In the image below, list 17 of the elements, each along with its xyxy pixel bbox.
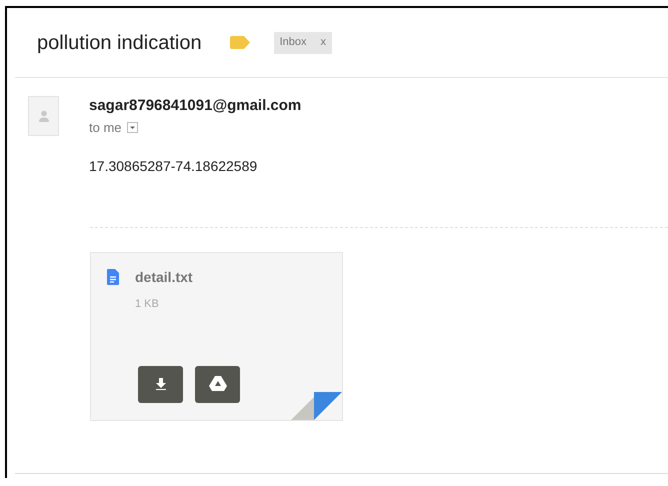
label-text: Inbox xyxy=(280,35,306,50)
dropdown-icon[interactable] xyxy=(126,122,138,134)
attachment-size: 1 KB xyxy=(135,296,160,312)
page-corner-drawing xyxy=(291,392,342,420)
email-subject: pollution indication xyxy=(37,30,202,56)
recipient-text: to me xyxy=(89,119,122,137)
save-to-drive-button[interactable] xyxy=(195,366,240,402)
triangle-icon xyxy=(208,376,226,392)
download-button[interactable] xyxy=(138,366,183,402)
avatar-placeholder xyxy=(28,96,59,136)
document-icon xyxy=(107,268,119,284)
sender-email: sagar8796841091@gmail.com xyxy=(89,96,302,116)
attachment-name: detail.txt xyxy=(135,268,193,286)
download-icon xyxy=(156,378,166,390)
attachment-card[interactable]: detail.txt 1 KB xyxy=(90,252,343,420)
remove-label-button[interactable]: x xyxy=(320,34,326,51)
message-body: 17.30865287-74.18622589 xyxy=(89,156,258,176)
